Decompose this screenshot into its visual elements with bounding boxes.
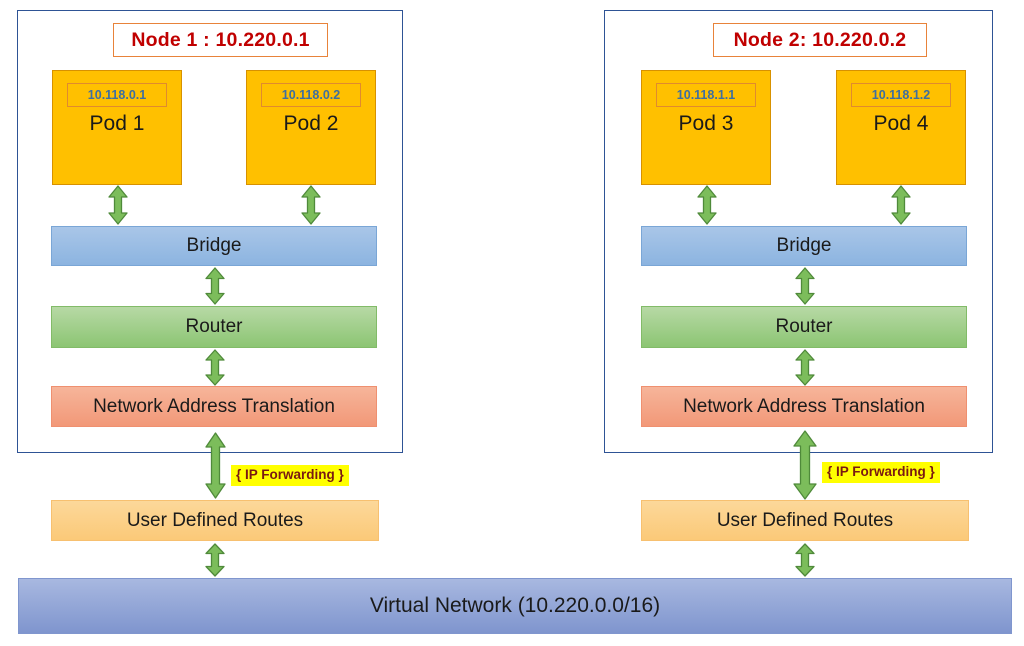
pod-4-ip-label: 10.118.1.2 <box>851 83 951 107</box>
arrow-pod-1-to-bridge-icon <box>108 185 128 225</box>
node-1-user-defined-routes-bar: User Defined Routes <box>51 500 379 541</box>
node-2-bridge-bar: Bridge <box>641 226 967 266</box>
arrow-pod-2-to-bridge-icon <box>301 185 321 225</box>
pod-1-name: Pod 1 <box>89 112 145 135</box>
pod-1-box: 10.118.0.1 Pod 1 <box>52 70 182 185</box>
pod-2-ip-label: 10.118.0.2 <box>261 83 361 107</box>
node-2-ip-forwarding-label: { IP Forwarding } <box>822 462 940 483</box>
arrow-pod-3-to-bridge-icon <box>697 185 717 225</box>
node-1-bridge-bar: Bridge <box>51 226 377 266</box>
pod-3-box: 10.118.1.1 Pod 3 <box>641 70 771 185</box>
pod-1-ip-label: 10.118.0.1 <box>67 83 167 107</box>
arrow-bridge-to-router-node-1-icon <box>205 267 225 305</box>
node-2-user-defined-routes-bar: User Defined Routes <box>641 500 969 541</box>
virtual-network-bar: Virtual Network (10.220.0.0/16) <box>18 578 1012 634</box>
arrow-udr-to-vnet-node-2-icon <box>795 543 815 577</box>
pod-3-name: Pod 3 <box>678 112 734 135</box>
pod-2-box: 10.118.0.2 Pod 2 <box>246 70 376 185</box>
pod-2-name: Pod 2 <box>283 112 339 135</box>
node-2-router-bar: Router <box>641 306 967 348</box>
arrow-router-to-nat-node-1-icon <box>205 349 225 386</box>
node-2-nat-bar: Network Address Translation <box>641 386 967 427</box>
network-diagram: Node 1 : 10.220.0.1 10.118.0.1 Pod 1 10.… <box>0 0 1024 646</box>
pod-4-box: 10.118.1.2 Pod 4 <box>836 70 966 185</box>
node-1-title: Node 1 : 10.220.0.1 <box>113 23 328 57</box>
node-1-router-bar: Router <box>51 306 377 348</box>
arrow-nat-to-udr-node-1-icon <box>205 432 226 499</box>
node-2-title: Node 2: 10.220.0.2 <box>713 23 927 57</box>
arrow-udr-to-vnet-node-1-icon <box>205 543 225 577</box>
node-1-nat-bar: Network Address Translation <box>51 386 377 427</box>
node-1-ip-forwarding-label: { IP Forwarding } <box>231 465 349 486</box>
pod-4-name: Pod 4 <box>873 112 929 135</box>
arrow-nat-to-udr-node-2-icon <box>793 430 817 500</box>
arrow-pod-4-to-bridge-icon <box>891 185 911 225</box>
arrow-router-to-nat-node-2-icon <box>795 349 815 386</box>
pod-3-ip-label: 10.118.1.1 <box>656 83 756 107</box>
arrow-bridge-to-router-node-2-icon <box>795 267 815 305</box>
